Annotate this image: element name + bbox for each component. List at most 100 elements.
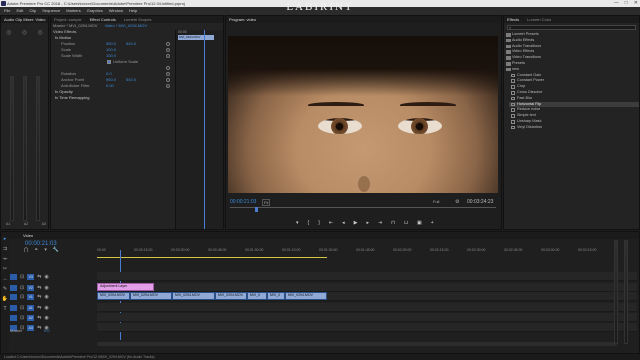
reset-icon[interactable] (166, 48, 170, 52)
video-frame-face[interactable] (228, 36, 498, 193)
video-clip[interactable]: MVI_0294.MOV (215, 292, 247, 300)
master-clip-selector[interactable]: Master * MVI_0294.MOV (53, 23, 97, 28)
adjustment-layer-clip[interactable]: Adjustment Layer (97, 283, 154, 291)
program-timecode[interactable]: 00:00:21:03 (230, 199, 256, 205)
tab-lumetri-scopes[interactable]: Lumetri Scopes (124, 16, 152, 23)
lock-icon[interactable]: ⊡ (20, 294, 24, 300)
lock-icon[interactable]: ⊡ (20, 285, 24, 291)
source-patch[interactable] (10, 304, 17, 311)
lock-icon[interactable]: ⊡ (20, 305, 24, 311)
tab-effect-controls[interactable]: Effect Controls (90, 16, 116, 23)
eye-icon[interactable]: ◉ (44, 285, 48, 291)
program-scrub-ruler[interactable] (230, 207, 496, 212)
master-volume[interactable]: 0.0 (44, 328, 50, 333)
selection-tool-icon[interactable]: ▸ (4, 236, 7, 242)
track-target[interactable]: A1 (27, 304, 35, 311)
add-marker-icon[interactable]: ▾ (296, 220, 299, 226)
property-value-2[interactable]: 540.0 (126, 41, 136, 46)
tab-project[interactable]: Project: sample (54, 16, 82, 23)
program-playhead[interactable] (255, 207, 258, 212)
reset-icon[interactable] (166, 66, 170, 70)
property-value-2[interactable]: 540.0 (126, 77, 136, 82)
razor-tool-icon[interactable]: ✂ (3, 266, 7, 272)
sync-lock-icon[interactable]: ⇆ (37, 294, 41, 300)
clip-selector[interactable]: Video * MVI_0294.MOV (105, 23, 147, 28)
resolution-dropdown[interactable]: Full (433, 199, 439, 204)
reset-icon[interactable] (166, 54, 170, 58)
sync-lock-icon[interactable]: ⇆ (37, 305, 41, 311)
video-clip[interactable]: MVI_0 (247, 292, 267, 300)
effect-preset-item[interactable]: Vinyl Distortion (509, 125, 639, 131)
play-icon[interactable]: ▶ (354, 220, 358, 226)
video-clip[interactable]: MVI_0294.MOV (130, 292, 172, 300)
track-lane-a2[interactable] (97, 313, 637, 322)
track-target[interactable]: V2 (27, 284, 35, 291)
track-target[interactable]: A3 (27, 324, 35, 331)
work-area-bar[interactable] (97, 257, 327, 258)
time-remapping-effect[interactable]: fx Time Remapping (51, 95, 173, 101)
track-lane-a1[interactable] (97, 303, 637, 312)
source-patch[interactable] (10, 273, 17, 280)
extract-icon[interactable]: ⊔ (404, 220, 408, 226)
track-lane-v2[interactable] (97, 283, 637, 292)
video-clip[interactable]: MVI_0 (267, 292, 285, 300)
source-patch[interactable] (10, 284, 17, 291)
timeline-ruler[interactable]: 00:00 00:00:15:00 00:00:30:00 00:00:45:00 00… (97, 248, 617, 256)
eye-icon[interactable]: ◉ (44, 274, 48, 280)
eye-icon[interactable]: ◉ (44, 294, 48, 300)
lock-icon[interactable]: ⊡ (20, 315, 24, 321)
slip-tool-icon[interactable]: ↔ (3, 276, 8, 282)
hand-tool-icon[interactable]: ✋ (2, 296, 8, 302)
reset-icon[interactable] (166, 42, 170, 46)
ripple-edit-icon[interactable]: ⟛ (3, 256, 8, 262)
add-button-icon[interactable]: + (431, 220, 434, 226)
zoom-fit-dropdown[interactable]: Fit (262, 199, 271, 206)
mark-in-icon[interactable]: { (308, 220, 310, 226)
pan-knob-icon[interactable]: ◎ (38, 29, 43, 36)
tab-audio-clip-mixer[interactable]: Audio Clip Mixer: Video (4, 16, 46, 23)
linked-selection-icon[interactable]: ⚭ (34, 247, 38, 253)
track-lane-v3[interactable] (97, 272, 637, 281)
effects-search-input[interactable]: ⌕ (507, 25, 636, 30)
mini-playhead[interactable] (204, 30, 205, 229)
add-marker-icon[interactable]: ▾ (44, 247, 47, 253)
mini-clip[interactable]: MVI_0294.MOV (178, 35, 214, 40)
lock-icon[interactable]: ⊡ (20, 274, 24, 280)
track-lane-a3[interactable] (97, 323, 637, 332)
pan-knob-icon[interactable]: ◎ (6, 29, 11, 36)
tab-sequence[interactable]: Video (23, 232, 33, 239)
source-patch[interactable] (10, 293, 17, 300)
reset-icon[interactable] (166, 84, 170, 88)
track-select-icon[interactable]: ⇉ (3, 246, 7, 252)
eye-icon[interactable]: ◉ (44, 305, 48, 311)
wrench-icon[interactable]: ⚙ (455, 199, 459, 205)
pen-tool-icon[interactable]: ✎ (3, 286, 7, 292)
sync-lock-icon[interactable]: ⇆ (37, 274, 41, 280)
sync-lock-icon[interactable]: ⇆ (37, 285, 41, 291)
sync-lock-icon[interactable]: ⇆ (37, 325, 41, 331)
timeline-scrollbar[interactable] (97, 342, 617, 346)
track-target[interactable]: V3 (27, 273, 35, 280)
timeline-settings-icon[interactable]: 🔧 (53, 247, 59, 253)
step-back-icon[interactable]: ◂ (342, 220, 345, 226)
type-tool-icon[interactable]: T (3, 306, 6, 312)
export-frame-icon[interactable]: ▣ (417, 220, 422, 226)
sync-lock-icon[interactable]: ⇆ (37, 315, 41, 321)
lift-icon[interactable]: ⊓ (391, 220, 395, 226)
tab-program[interactable]: Program: video (229, 16, 256, 23)
tab-effects[interactable]: Effects (507, 16, 519, 23)
source-patch[interactable] (10, 314, 17, 321)
go-to-in-icon[interactable]: ⇤ (329, 220, 333, 226)
track-target[interactable]: V1 (27, 293, 35, 300)
video-clip[interactable]: MVI_0294.MOV (97, 292, 130, 300)
mark-out-icon[interactable]: } (318, 220, 320, 226)
snap-icon[interactable]: ⋂ (24, 247, 28, 253)
video-clip[interactable]: MVI_0294.MOV (172, 292, 215, 300)
reset-icon[interactable] (166, 78, 170, 82)
go-to-out-icon[interactable]: ⇥ (378, 220, 382, 226)
eye-icon[interactable]: ◉ (44, 315, 48, 321)
pan-knob-icon[interactable]: ◎ (22, 29, 27, 36)
step-forward-icon[interactable]: ▸ (366, 220, 369, 226)
tab-lumetri-color[interactable]: Lumetri Color (527, 16, 551, 23)
video-clip[interactable]: MVI_0294.MOV (285, 292, 327, 300)
